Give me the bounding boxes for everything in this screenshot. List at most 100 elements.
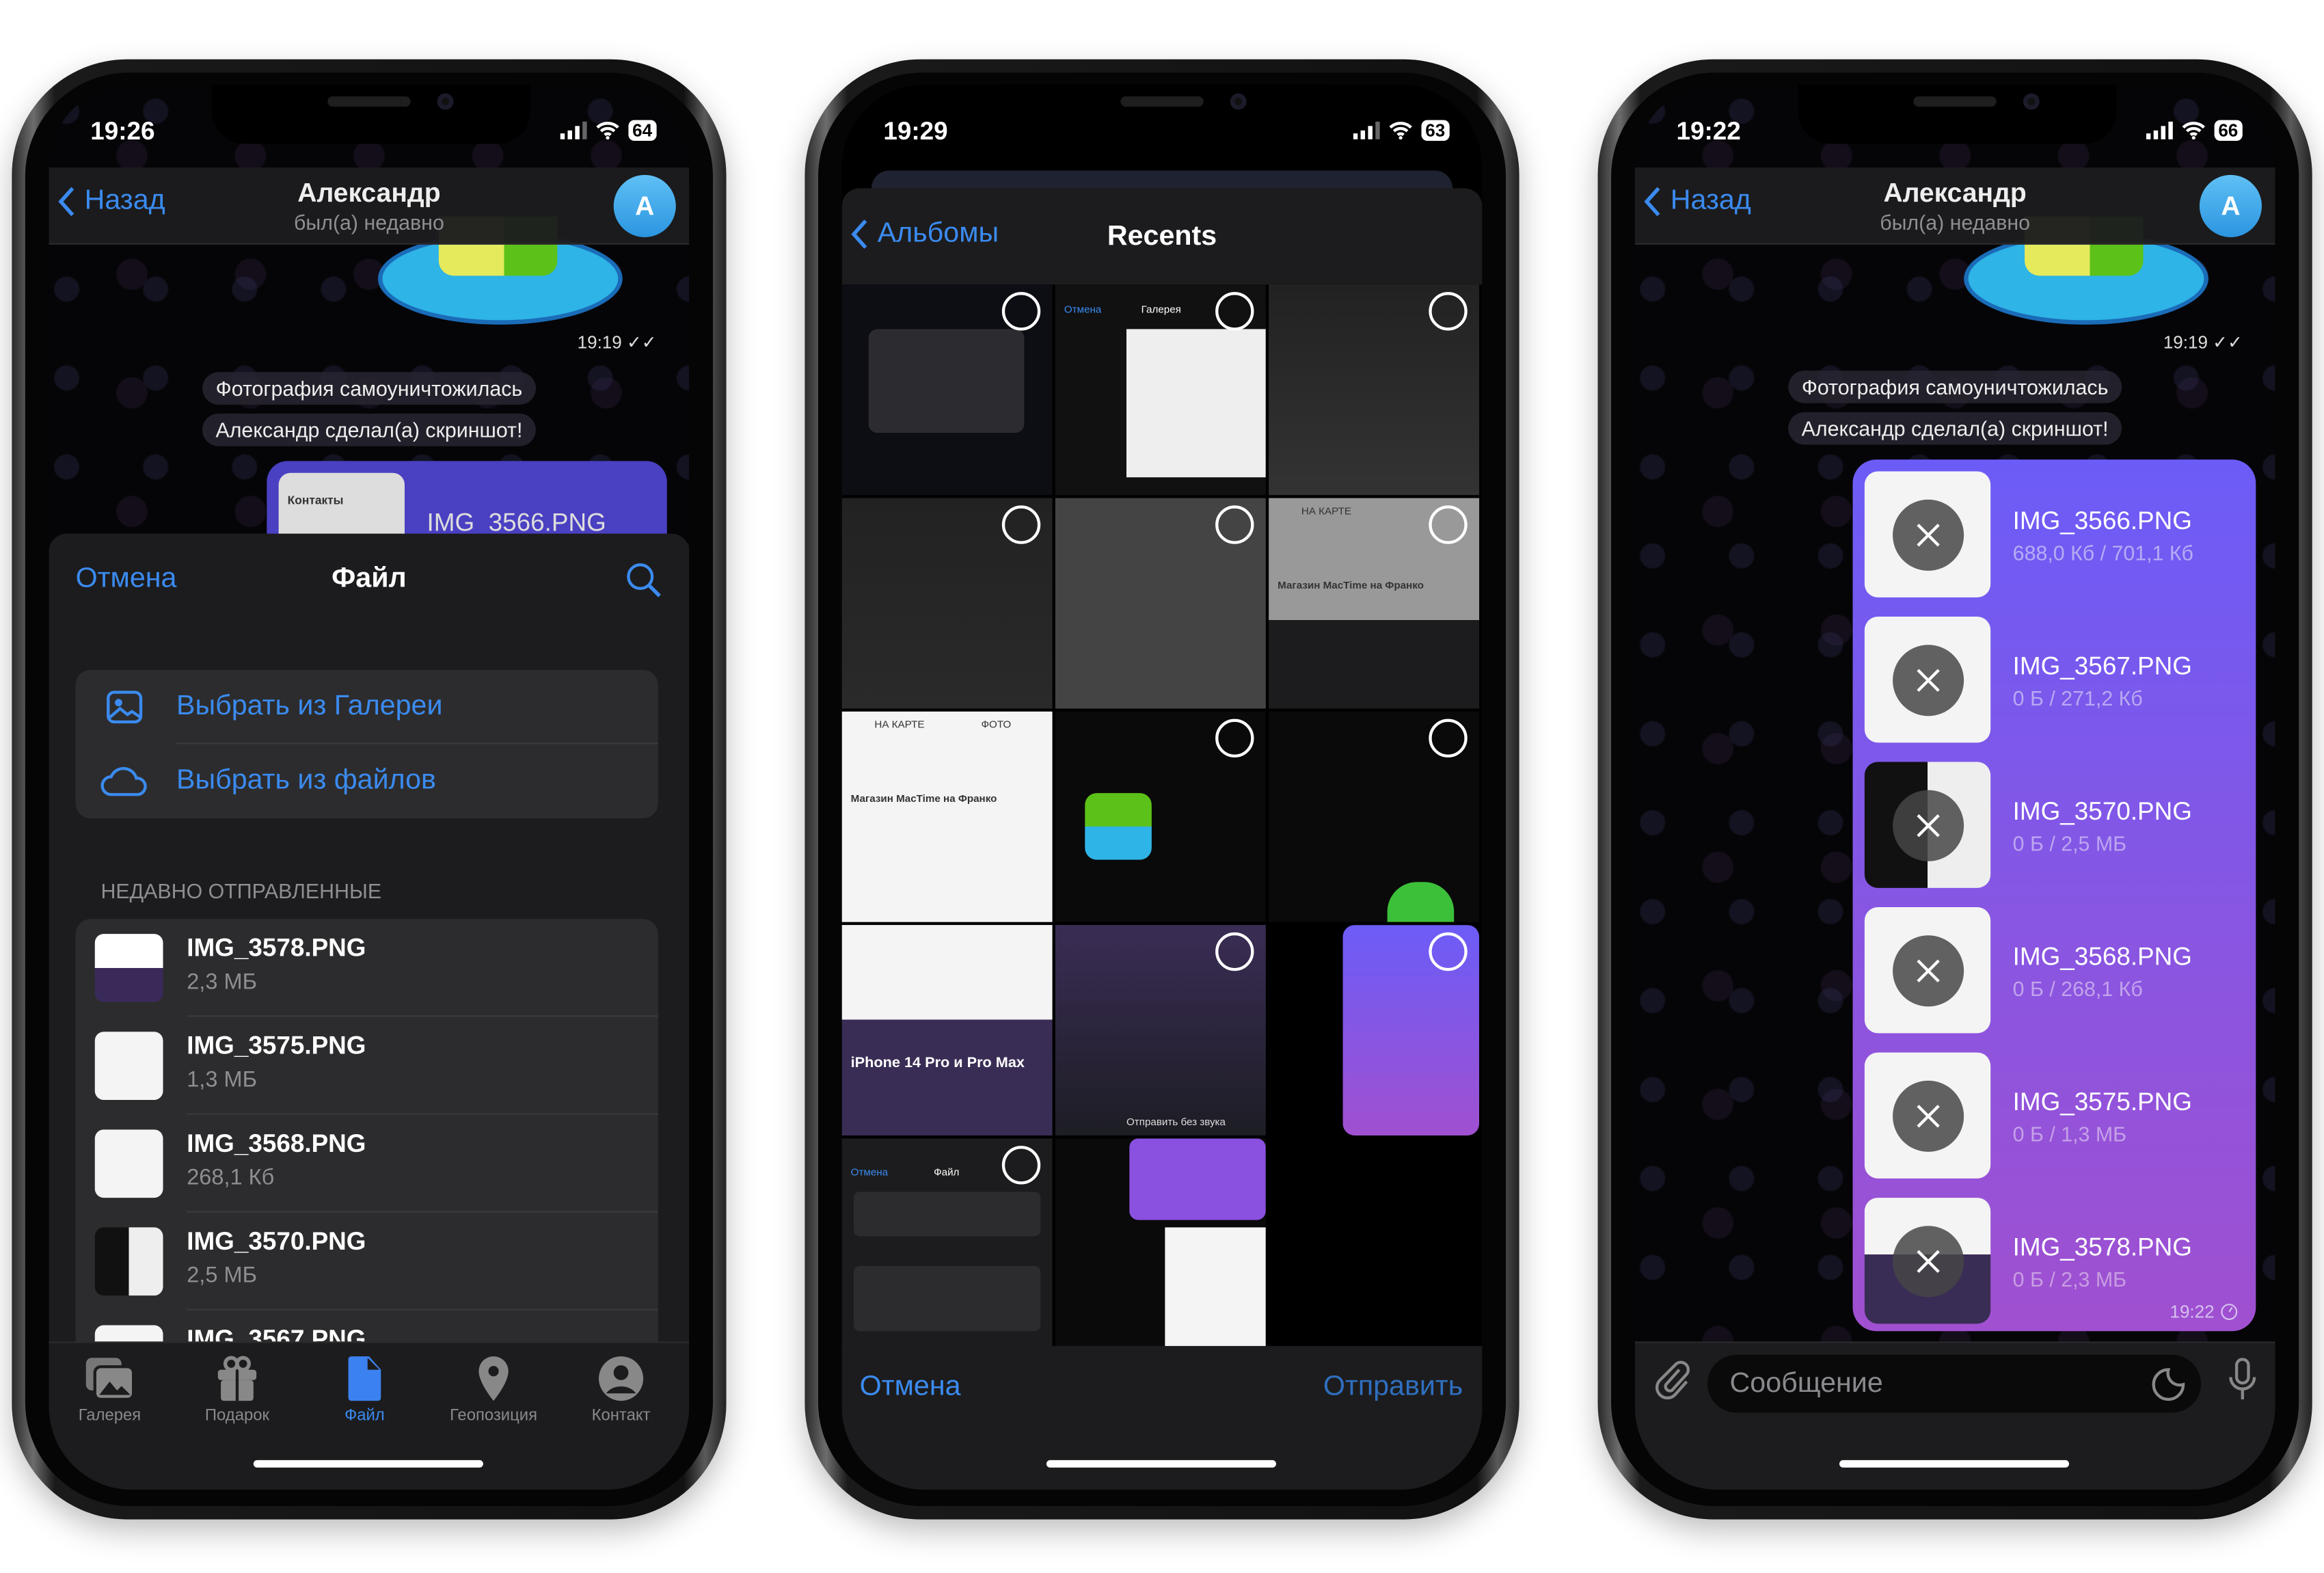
photo-cell[interactable] <box>841 498 1053 709</box>
file-row[interactable]: IMG_3575.PNG 1,3 МБ <box>76 1017 658 1115</box>
choose-from-files[interactable]: Выбрать из файлов <box>76 744 658 818</box>
photo-cell[interactable] <box>1055 498 1266 709</box>
photo-cell[interactable] <box>1269 1138 1480 1349</box>
file-size: 2,5 МБ <box>187 1263 257 1289</box>
option-label: Выбрать из файлов <box>176 764 436 796</box>
home-indicator[interactable] <box>253 1460 483 1468</box>
file-thumbnail <box>1864 1052 1991 1179</box>
paperclip-icon[interactable] <box>1653 1358 1691 1399</box>
home-indicator[interactable] <box>1046 1460 1276 1468</box>
select-circle[interactable] <box>1001 292 1041 331</box>
photo-cell[interactable] <box>1269 284 1480 496</box>
status-icons: 63 <box>1352 120 1450 141</box>
select-circle[interactable] <box>1215 292 1254 331</box>
photo-cell[interactable] <box>1269 711 1480 922</box>
file-thumbnail <box>1864 907 1991 1034</box>
search-icon[interactable] <box>624 561 662 599</box>
tab-gift[interactable]: Подарок <box>174 1355 301 1425</box>
select-circle[interactable] <box>1001 505 1041 544</box>
notch <box>212 84 531 144</box>
tab-contact[interactable]: Контакт <box>557 1355 684 1425</box>
close-icon <box>1917 669 1940 693</box>
file-size: 2,3 МБ <box>187 969 257 995</box>
signal-icon <box>1352 121 1380 139</box>
file-item[interactable]: IMG_3567.PNG 0 Б / 271,2 Кб <box>1853 617 2256 750</box>
file-row[interactable]: IMG_3568.PNG 268,1 Кб <box>76 1115 658 1213</box>
file-item[interactable]: IMG_3570.PNG 0 Б / 2,5 МБ <box>1853 762 2256 896</box>
cancel-upload-button[interactable] <box>1893 790 1964 861</box>
cloud-icon <box>100 766 147 796</box>
send-button[interactable]: Отправить <box>1323 1371 1463 1404</box>
file-name: IMG_3566.PNG <box>2012 507 2192 535</box>
thumb-text: iPhone 14 Pro и Pro Max <box>850 1055 1025 1072</box>
select-circle[interactable] <box>1429 932 1468 971</box>
recent-files-list: IMG_3578.PNG 2,3 МБ IMG_3575.PNG 1,3 МБ IM… <box>75 919 658 1364</box>
photo-cell[interactable] <box>1055 1138 1266 1349</box>
file-item[interactable]: IMG_3575.PNG 0 Б / 1,3 МБ <box>1853 1052 2256 1186</box>
thumb-text: НА КАРТЕ <box>874 720 925 731</box>
tab-location[interactable]: Геопозиция <box>430 1355 557 1425</box>
upload-progress: 0 Б / 271,2 Кб <box>2012 686 2143 710</box>
photo-cell[interactable] <box>841 284 1053 496</box>
file-icon <box>348 1356 381 1401</box>
cancel-upload-button[interactable] <box>1893 499 1964 571</box>
sticker-icon[interactable] <box>2150 1367 2186 1402</box>
photo-cell[interactable]: Отмена Галерея <box>1055 284 1266 496</box>
file-thumbnail <box>1864 471 1991 597</box>
select-circle[interactable] <box>1429 292 1468 331</box>
status-time: 19:26 <box>90 117 155 146</box>
thumb-text: ФОТО <box>981 720 1012 731</box>
status-time: 19:22 <box>1676 117 1741 146</box>
service-message: Александр сделал(а) скриншот! <box>202 413 536 446</box>
sticker[interactable] <box>377 216 623 325</box>
tab-gallery[interactable]: Галерея <box>49 1355 174 1425</box>
choose-from-gallery[interactable]: Выбрать из Галереи <box>76 670 658 744</box>
file-row[interactable]: IMG_3570.PNG 2,5 МБ <box>76 1213 658 1310</box>
clock-icon <box>2221 1304 2238 1320</box>
home-indicator[interactable] <box>1839 1460 2070 1468</box>
status-time: 19:29 <box>883 117 948 146</box>
photo-cell[interactable] <box>1055 711 1266 922</box>
photo-cell[interactable]: НА КАРТЕ ФОТО Магазин MacTime на Франко <box>841 711 1053 922</box>
time-text: 19:19 <box>2163 332 2208 353</box>
sticker[interactable] <box>1964 216 2208 325</box>
source-options: Выбрать из Галереи Выбрать из файлов <box>75 670 658 818</box>
select-circle[interactable] <box>1001 1146 1041 1185</box>
select-circle[interactable] <box>1215 718 1254 758</box>
screen: 19:22 66 Назад Александр был(а) недавно … <box>1634 84 2275 1490</box>
file-item[interactable]: IMG_3568.PNG 0 Б / 268,1 Кб <box>1853 907 2256 1040</box>
tab-file[interactable]: Файл <box>301 1355 428 1425</box>
select-circle[interactable] <box>1215 505 1254 544</box>
select-circle[interactable] <box>1215 932 1254 971</box>
photo-cell[interactable] <box>1269 925 1480 1135</box>
gallery-icon <box>107 690 143 724</box>
cancel-button[interactable]: Отмена <box>860 1371 961 1404</box>
message-time: 19:22 <box>2170 1302 2238 1322</box>
double-check-icon: ✓✓ <box>626 332 657 353</box>
service-message: Фотография самоуничтожилась <box>1788 371 2122 403</box>
location-pin-icon <box>478 1356 509 1401</box>
battery-level: 64 <box>627 120 657 141</box>
files-bubble[interactable]: IMG_3566.PNG 688,0 Кб / 701,1 Кб IMG_3567… <box>1852 459 2256 1332</box>
cancel-upload-button[interactable] <box>1893 1226 1964 1298</box>
message-input[interactable]: Сообщение <box>1707 1354 2202 1413</box>
avatar[interactable]: A <box>613 174 676 237</box>
photo-cell[interactable]: Отправить без звука <box>1055 925 1266 1135</box>
file-name: IMG_3567.PNG <box>2012 652 2192 681</box>
microphone-icon[interactable] <box>2228 1358 2257 1402</box>
photo-cell[interactable]: iPhone 14 Pro и Pro Max <box>841 925 1053 1135</box>
chat-title: Александр <box>297 178 441 208</box>
select-circle[interactable] <box>1429 505 1468 544</box>
file-row[interactable]: IMG_3578.PNG 2,3 МБ <box>76 919 658 1017</box>
cancel-upload-button[interactable] <box>1893 935 1964 1007</box>
section-header: НЕДАВНО ОТПРАВЛЕННЫЕ <box>100 878 382 903</box>
file-item[interactable]: IMG_3566.PNG 688,0 Кб / 701,1 Кб <box>1853 471 2256 605</box>
photo-cell[interactable]: НА КАРТЕ Магазин MacTime на Франко <box>1269 498 1480 709</box>
select-circle[interactable] <box>1429 718 1468 758</box>
tab-label: Галерея <box>78 1406 141 1425</box>
cancel-upload-button[interactable] <box>1893 645 1964 716</box>
file-thumbnail <box>94 1129 163 1198</box>
photo-cell[interactable]: Отмена Файл <box>841 1138 1053 1349</box>
cancel-upload-button[interactable] <box>1893 1080 1964 1152</box>
avatar[interactable]: A <box>2199 174 2262 237</box>
